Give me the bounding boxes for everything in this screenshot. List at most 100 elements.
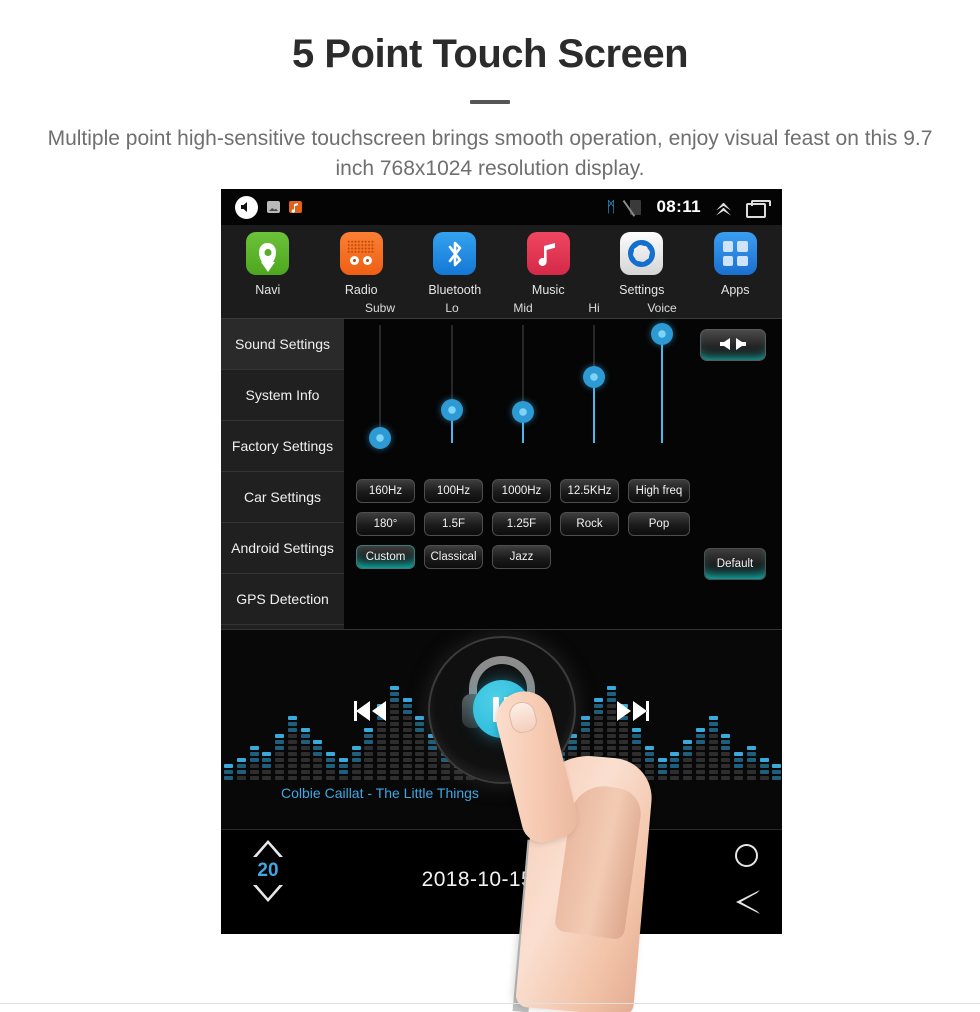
- preset-button-classical[interactable]: Classical: [424, 545, 483, 569]
- preset-button-jazz[interactable]: Jazz: [492, 545, 551, 569]
- slider-knob[interactable]: [651, 323, 673, 346]
- apps-grid-icon: [713, 232, 757, 275]
- visualizer-column: [287, 716, 297, 780]
- dock-label: Apps: [721, 283, 750, 297]
- preset-row-3: Custom Classical Jazz Default: [356, 545, 770, 580]
- sidebar-item-label: Car Settings: [243, 489, 322, 505]
- dock-item-bluetooth[interactable]: Bluetooth: [408, 225, 502, 297]
- dock-item-settings[interactable]: Settings: [595, 225, 689, 297]
- dock-label: Settings: [619, 283, 665, 297]
- dock-item-radio[interactable]: Radio: [315, 225, 409, 297]
- page-root: 5 Point Touch Screen Multiple point high…: [0, 0, 980, 1012]
- radio-icon: [339, 232, 383, 275]
- bottom-bar: 20 2018-10-15 Mon: [221, 829, 782, 930]
- visualizer-column: [683, 740, 692, 780]
- sidebar-item-sound-settings[interactable]: Sound Settings: [221, 319, 344, 370]
- music-notification-icon: [289, 201, 302, 213]
- page-bottom-divider: [0, 1003, 980, 1004]
- sidebar-item-system-info[interactable]: System Info: [221, 370, 344, 421]
- dock-item-navi[interactable]: Navi: [221, 225, 315, 297]
- recent-apps-icon[interactable]: [746, 200, 771, 218]
- preset-label: High freq: [635, 485, 683, 497]
- slider-label: Hi: [588, 301, 600, 315]
- preset-button-160hz[interactable]: 160Hz: [356, 479, 415, 503]
- visualizer-column: [300, 728, 310, 780]
- preset-row-1: 160Hz 100Hz 1000Hz 12.5KHz High freq: [356, 479, 770, 503]
- equalizer-sliders: Subw Lo Mid Hi Voice: [344, 301, 782, 474]
- preset-button-180deg[interactable]: 180°: [356, 512, 415, 536]
- preset-button-100hz[interactable]: 100Hz: [424, 479, 483, 503]
- preset-label: 100Hz: [436, 485, 471, 497]
- dock-label: Music: [531, 283, 565, 297]
- settings-panel: Sound Settings System Info Factory Setti…: [221, 301, 782, 629]
- preset-label: 1.25F: [506, 518, 537, 530]
- previous-track-button[interactable]: [352, 698, 390, 731]
- preset-label: 160Hz: [368, 485, 403, 497]
- preset-button-1-25f[interactable]: 1.25F: [492, 512, 551, 536]
- slider-fill: [661, 334, 663, 443]
- navi-icon: [246, 232, 290, 275]
- visualizer-column: [708, 716, 718, 780]
- page-subtitle: Multiple point high-sensitive touchscree…: [47, 127, 933, 181]
- preset-label: 180°: [373, 518, 398, 530]
- preset-button-12-5khz[interactable]: 12.5KHz: [560, 479, 619, 503]
- visualizer-column: [364, 728, 374, 780]
- balance-fader-button[interactable]: [700, 329, 766, 361]
- visualizer-column: [351, 746, 361, 780]
- sidebar-item-factory-settings[interactable]: Factory Settings: [221, 421, 344, 472]
- preset-button-custom[interactable]: Custom: [356, 545, 415, 569]
- volume-up-icon[interactable]: [253, 840, 283, 857]
- music-icon: [526, 232, 570, 275]
- page-title: 5 Point Touch Screen: [292, 32, 689, 76]
- sidebar-item-car-settings[interactable]: Car Settings: [221, 472, 344, 523]
- preset-button-pop[interactable]: Pop: [628, 512, 690, 536]
- track-title: Colbie Caillat - The Little Things: [281, 785, 479, 801]
- sidebar-item-label: Sound Settings: [235, 336, 330, 352]
- datetime-display: 2018-10-15 Mon: [421, 868, 582, 891]
- visualizer-column: [695, 728, 705, 780]
- dock-item-apps[interactable]: Apps: [689, 225, 783, 297]
- sidebar-item-label: GPS Detection: [236, 591, 329, 607]
- visualizer-column: [568, 734, 578, 780]
- visualizer-column: [326, 752, 335, 780]
- sidebar-item-android-settings[interactable]: Android Settings: [221, 523, 344, 574]
- preset-button-rock[interactable]: Rock: [560, 512, 619, 536]
- status-bar: ᛗ 08:11: [221, 189, 782, 225]
- bluetooth-icon: ᛗ: [606, 198, 616, 216]
- visualizer-column: [224, 764, 233, 780]
- status-bar-left: [235, 195, 302, 219]
- chevron-up-icon[interactable]: [716, 200, 731, 215]
- dock-item-music[interactable]: Music: [502, 225, 596, 297]
- visualizer-column: [313, 740, 323, 780]
- balance-left-speaker-icon: [719, 337, 732, 353]
- slider-knob[interactable]: [369, 427, 391, 450]
- status-bar-right: ᛗ 08:11: [606, 189, 771, 225]
- preset-label: Pop: [648, 518, 670, 530]
- no-sim-icon: [630, 199, 642, 215]
- pause-button[interactable]: [472, 680, 531, 738]
- home-icon[interactable]: [735, 844, 758, 867]
- equalizer-presets: 160Hz 100Hz 1000Hz 12.5KHz High freq 180…: [356, 479, 770, 580]
- back-icon[interactable]: [736, 890, 760, 914]
- preset-button-1000hz[interactable]: 1000Hz: [492, 479, 551, 503]
- title-divider: [470, 100, 510, 104]
- sidebar-item-gps-detection[interactable]: GPS Detection: [221, 574, 344, 625]
- preset-button-high-freq[interactable]: High freq: [628, 479, 690, 503]
- dock-label: Navi: [255, 283, 281, 297]
- default-button[interactable]: Default: [704, 548, 766, 580]
- next-track-button[interactable]: [613, 698, 651, 731]
- visualizer-column: [249, 746, 259, 780]
- dock-label: Radio: [344, 283, 378, 297]
- visualizer-column: [593, 698, 603, 780]
- visualizer-column: [262, 752, 272, 780]
- preset-button-1-5f[interactable]: 1.5F: [424, 512, 483, 536]
- car-head-unit-screen: ᛗ 08:11 Navi Radio Bluetooth Music Setti…: [221, 189, 782, 934]
- slider-knob[interactable]: [583, 365, 605, 388]
- bluetooth-icon: [433, 232, 477, 275]
- visualizer-column: [581, 716, 590, 780]
- visualizer-column: [772, 764, 782, 780]
- slider-label: Mid: [513, 301, 533, 315]
- visualizer-column: [670, 752, 680, 780]
- slider-knob[interactable]: [441, 398, 463, 421]
- slider-knob[interactable]: [512, 401, 534, 424]
